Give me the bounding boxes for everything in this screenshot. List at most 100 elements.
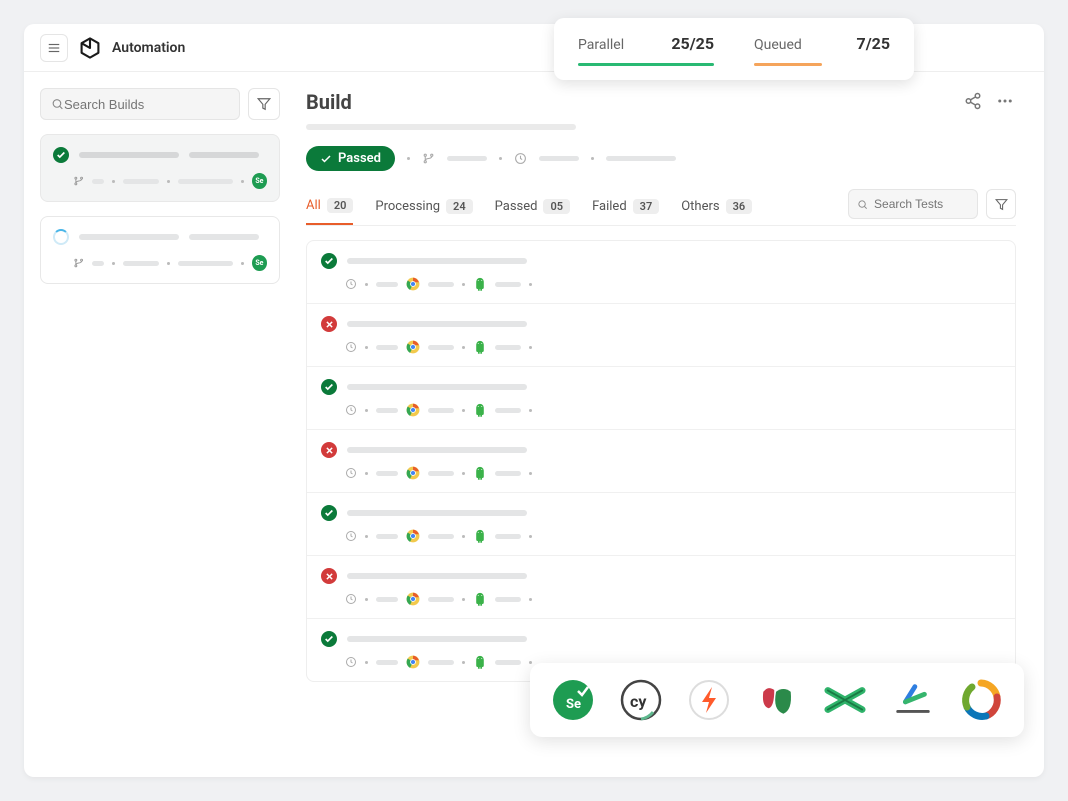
test-row[interactable] bbox=[307, 367, 1015, 430]
placeholder bbox=[347, 258, 527, 264]
placeholder bbox=[376, 345, 398, 350]
tab-count: 05 bbox=[543, 199, 570, 214]
placeholder bbox=[428, 408, 454, 413]
clock-icon bbox=[345, 530, 357, 542]
build-title: Build bbox=[306, 90, 352, 114]
chrome-icon bbox=[406, 340, 420, 354]
test-row[interactable] bbox=[307, 556, 1015, 619]
placeholder bbox=[495, 471, 521, 476]
search-tests-input[interactable] bbox=[874, 197, 969, 211]
placeholder bbox=[495, 597, 521, 602]
build-card[interactable]: Se bbox=[40, 134, 280, 202]
status-badge: Passed bbox=[306, 146, 395, 171]
separator-dot bbox=[529, 472, 532, 475]
android-icon bbox=[473, 655, 487, 669]
placeholder bbox=[347, 321, 527, 327]
separator-dot bbox=[365, 598, 368, 601]
android-icon bbox=[473, 340, 487, 354]
more-button[interactable] bbox=[996, 92, 1016, 112]
placeholder bbox=[428, 345, 454, 350]
app-logo-icon bbox=[78, 36, 102, 60]
svg-text:cy: cy bbox=[630, 692, 647, 711]
status-pass-icon bbox=[321, 505, 337, 521]
branch-icon bbox=[73, 257, 84, 269]
search-tests-box[interactable] bbox=[848, 189, 978, 219]
separator-dot bbox=[112, 262, 115, 265]
menu-icon bbox=[47, 41, 61, 55]
status-fail-icon bbox=[321, 316, 337, 332]
test-row[interactable] bbox=[307, 430, 1015, 493]
stats-panel: Parallel 25/25 Queued 7/25 bbox=[554, 18, 914, 80]
separator-dot bbox=[167, 180, 170, 183]
check-icon bbox=[320, 153, 332, 165]
placeholder bbox=[178, 261, 233, 266]
placeholder bbox=[347, 447, 527, 453]
placeholder bbox=[376, 660, 398, 665]
clock-icon bbox=[514, 152, 527, 165]
testng-icon bbox=[960, 679, 1002, 721]
stat-queued-bar bbox=[754, 63, 822, 66]
build-card[interactable]: Se bbox=[40, 216, 280, 284]
sidebar: Se Se bbox=[24, 72, 296, 777]
filter-tests-button[interactable] bbox=[986, 189, 1016, 219]
tab-processing[interactable]: Processing 24 bbox=[375, 191, 472, 224]
svg-text:Se: Se bbox=[566, 697, 581, 712]
tab-label: All bbox=[306, 198, 321, 213]
clock-icon bbox=[345, 593, 357, 605]
test-row[interactable] bbox=[307, 241, 1015, 304]
test-list bbox=[306, 240, 1016, 682]
status-pass-icon bbox=[321, 253, 337, 269]
tab-label: Failed bbox=[592, 199, 627, 214]
search-icon bbox=[51, 97, 64, 111]
filter-icon bbox=[257, 97, 271, 111]
placeholder bbox=[347, 573, 527, 579]
stat-parallel-bar bbox=[578, 63, 714, 66]
placeholder bbox=[123, 261, 159, 266]
integrations-panel: Se cy bbox=[530, 663, 1024, 737]
status-pass-icon bbox=[53, 147, 69, 163]
placeholder bbox=[539, 156, 579, 161]
selenium-icon: Se bbox=[552, 679, 594, 721]
stat-queued: Queued 7/25 bbox=[754, 34, 890, 66]
separator-dot bbox=[407, 157, 410, 160]
placeholder bbox=[306, 124, 576, 130]
status-badge-label: Passed bbox=[338, 151, 381, 166]
clock-icon bbox=[345, 278, 357, 290]
separator-dot bbox=[462, 472, 465, 475]
filter-builds-button[interactable] bbox=[248, 88, 280, 120]
status-pass-icon bbox=[321, 631, 337, 647]
separator-dot bbox=[241, 180, 244, 183]
share-icon bbox=[964, 92, 982, 110]
separator-dot bbox=[462, 346, 465, 349]
menu-button[interactable] bbox=[40, 34, 68, 62]
search-icon bbox=[857, 198, 868, 211]
branch-icon bbox=[73, 175, 84, 187]
page-title: Automation bbox=[112, 40, 185, 56]
status-pass-icon bbox=[321, 379, 337, 395]
search-builds-input[interactable] bbox=[64, 97, 229, 112]
tab-label: Passed bbox=[495, 199, 538, 214]
stat-parallel-label: Parallel bbox=[578, 37, 624, 53]
clock-icon bbox=[345, 341, 357, 353]
share-button[interactable] bbox=[964, 92, 984, 112]
separator-dot bbox=[167, 262, 170, 265]
tab-others[interactable]: Others 36 bbox=[681, 191, 752, 224]
placeholder bbox=[428, 597, 454, 602]
chrome-icon bbox=[406, 655, 420, 669]
placeholder bbox=[79, 152, 179, 158]
placeholder bbox=[606, 156, 676, 161]
filter-icon bbox=[995, 198, 1008, 211]
test-row[interactable] bbox=[307, 304, 1015, 367]
placeholder bbox=[79, 234, 179, 240]
tab-failed[interactable]: Failed 37 bbox=[592, 191, 659, 224]
search-builds-box[interactable] bbox=[40, 88, 240, 120]
separator-dot bbox=[462, 283, 465, 286]
test-row[interactable] bbox=[307, 493, 1015, 556]
status-loading-icon bbox=[53, 229, 69, 245]
separator-dot bbox=[529, 409, 532, 412]
tab-all[interactable]: All 20 bbox=[306, 190, 353, 225]
tabs: All 20 Processing 24 Passed 05 Failed 37… bbox=[306, 189, 1016, 226]
tab-passed[interactable]: Passed 05 bbox=[495, 191, 570, 224]
chrome-icon bbox=[406, 277, 420, 291]
tab-count: 36 bbox=[726, 199, 753, 214]
